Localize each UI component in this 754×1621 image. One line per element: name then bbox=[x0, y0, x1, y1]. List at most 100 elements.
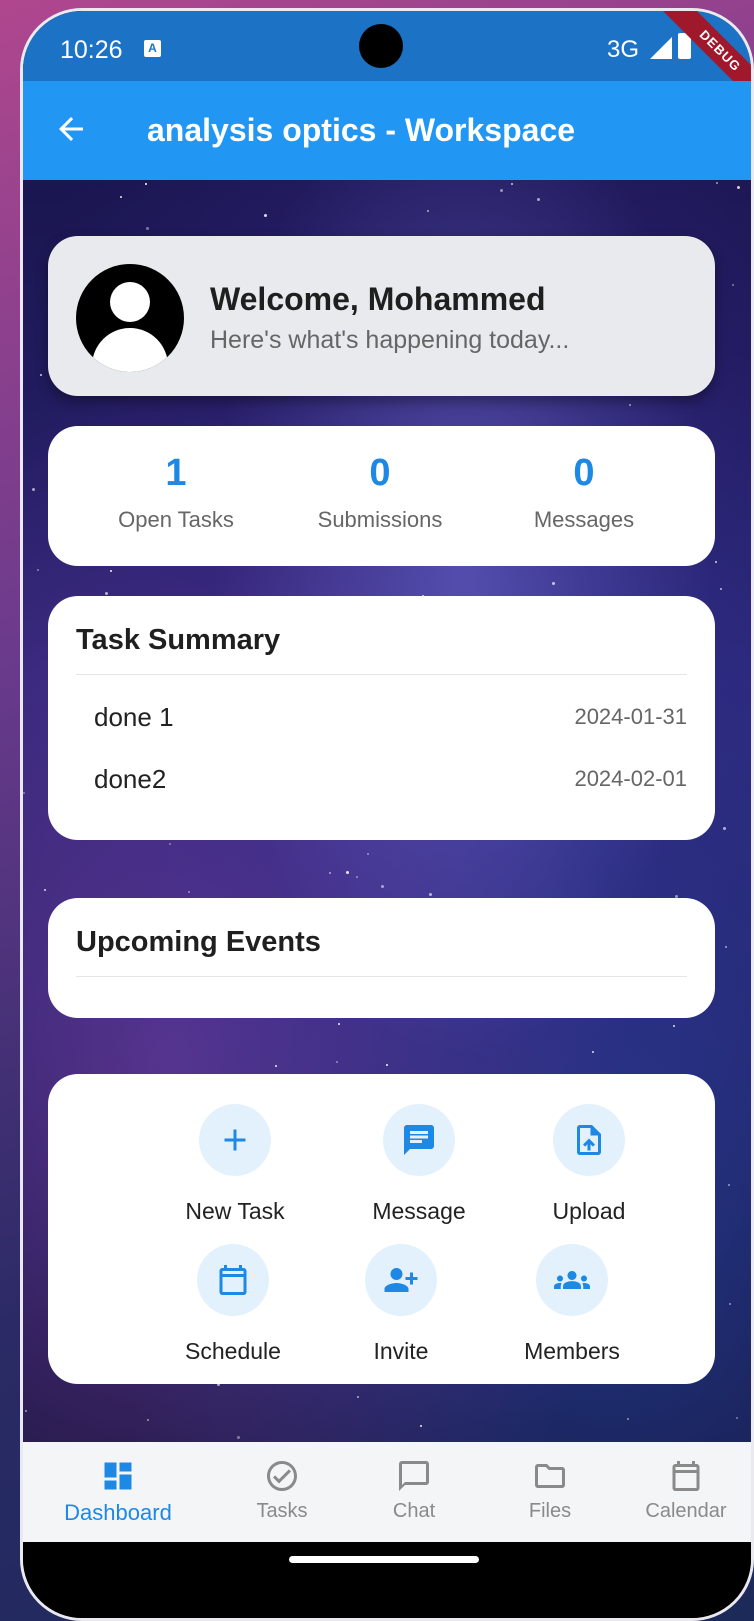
action-icon-circle bbox=[553, 1104, 625, 1176]
folder-icon bbox=[535, 1464, 565, 1488]
avatar[interactable] bbox=[76, 264, 184, 372]
star-dot bbox=[357, 1396, 359, 1398]
star-dot bbox=[420, 1425, 422, 1427]
star-dot bbox=[338, 1023, 340, 1025]
invite-button[interactable]: Invite bbox=[326, 1244, 476, 1365]
person-add-icon bbox=[384, 1268, 418, 1292]
action-icon-circle bbox=[197, 1244, 269, 1316]
task-summary-card: Task Summary done 1 2024-01-31 done2 202… bbox=[48, 596, 715, 840]
stat-submissions[interactable]: 0 Submissions bbox=[280, 452, 480, 533]
message-button[interactable]: Message bbox=[344, 1104, 494, 1225]
star-dot bbox=[169, 843, 171, 845]
star-dot bbox=[40, 374, 42, 376]
nav-calendar[interactable]: Calendar bbox=[621, 1458, 751, 1523]
star-dot bbox=[728, 1184, 730, 1186]
camera-cutout bbox=[359, 24, 403, 68]
action-label: New Task bbox=[185, 1198, 285, 1224]
star-dot bbox=[732, 284, 734, 286]
upload-file-icon bbox=[577, 1125, 601, 1155]
action-icon-circle bbox=[383, 1104, 455, 1176]
network-type: 3G bbox=[607, 36, 640, 63]
star-dot bbox=[715, 561, 717, 563]
nav-files[interactable]: Files bbox=[485, 1458, 615, 1523]
star-dot bbox=[356, 876, 358, 878]
star-dot bbox=[720, 588, 722, 590]
screen: 10:26 A 3G DEBUG analysis optics - Works… bbox=[23, 11, 751, 1618]
upcoming-events-title: Upcoming Events bbox=[76, 926, 321, 958]
star-dot bbox=[552, 582, 555, 585]
star-dot bbox=[729, 1303, 731, 1305]
star-dot bbox=[275, 1065, 277, 1067]
star-dot bbox=[627, 1418, 629, 1420]
dashboard-icon bbox=[104, 1462, 132, 1490]
divider bbox=[76, 976, 687, 977]
task-row[interactable]: done 1 2024-01-31 bbox=[94, 702, 687, 742]
star-dot bbox=[716, 182, 718, 184]
action-label: Upload bbox=[552, 1198, 626, 1224]
stat-label: Messages bbox=[533, 507, 635, 532]
upcoming-events-card: Upcoming Events bbox=[48, 898, 715, 1018]
stat-label: Submissions bbox=[317, 507, 443, 532]
bottom-navigation: Dashboard Tasks Chat Files Calendar bbox=[23, 1442, 751, 1542]
arrow-back-icon[interactable] bbox=[53, 111, 89, 147]
nav-label: Files bbox=[528, 1500, 572, 1522]
schedule-button[interactable]: Schedule bbox=[158, 1244, 308, 1365]
star-dot bbox=[329, 872, 331, 874]
task-row[interactable]: done2 2024-02-01 bbox=[94, 764, 687, 804]
welcome-subtitle: Here's what's happening today... bbox=[210, 326, 570, 354]
group-icon bbox=[554, 1271, 590, 1289]
star-dot bbox=[237, 1436, 240, 1439]
star-dot bbox=[120, 196, 122, 198]
action-label: Members bbox=[524, 1338, 620, 1364]
nav-label: Tasks bbox=[256, 1500, 308, 1522]
star-dot bbox=[629, 404, 631, 406]
phone-frame: 10:26 A 3G DEBUG analysis optics - Works… bbox=[20, 8, 754, 1621]
nav-tasks[interactable]: Tasks bbox=[217, 1458, 347, 1523]
members-button[interactable]: Members bbox=[497, 1244, 647, 1365]
nav-label: Chat bbox=[392, 1500, 436, 1522]
stats-card: 1 Open Tasks 0 Submissions 0 Messages bbox=[48, 426, 715, 566]
calendar-icon bbox=[219, 1265, 247, 1295]
star-dot bbox=[381, 885, 384, 888]
action-label: Invite bbox=[373, 1338, 429, 1364]
star-dot bbox=[105, 592, 108, 595]
upload-button[interactable]: Upload bbox=[514, 1104, 664, 1225]
stat-open-tasks[interactable]: 1 Open Tasks bbox=[76, 452, 276, 533]
action-label: Schedule bbox=[185, 1338, 281, 1364]
stat-value: 1 bbox=[165, 452, 187, 494]
star-dot bbox=[725, 946, 727, 948]
message-icon bbox=[404, 1125, 434, 1155]
new-task-button[interactable]: New Task bbox=[160, 1104, 310, 1225]
nav-chat[interactable]: Chat bbox=[349, 1458, 479, 1523]
nav-dashboard[interactable]: Dashboard bbox=[53, 1458, 183, 1526]
gesture-area bbox=[23, 1542, 751, 1618]
app-bar: analysis optics - Workspace bbox=[23, 81, 751, 180]
star-dot bbox=[429, 893, 432, 896]
star-dot bbox=[500, 189, 503, 192]
star-dot bbox=[44, 889, 46, 891]
star-dot bbox=[110, 570, 112, 572]
divider bbox=[76, 674, 687, 675]
stat-messages[interactable]: 0 Messages bbox=[484, 452, 684, 533]
action-icon-circle bbox=[199, 1104, 271, 1176]
star-dot bbox=[511, 183, 513, 185]
home-indicator[interactable] bbox=[289, 1556, 479, 1563]
star-dot bbox=[264, 214, 267, 217]
stat-value: 0 bbox=[573, 452, 595, 494]
welcome-card: Welcome, Mohammed Here's what's happenin… bbox=[48, 236, 715, 396]
status-bar: 10:26 A 3G DEBUG bbox=[23, 11, 751, 120]
task-date: 2024-02-01 bbox=[574, 766, 687, 791]
star-dot bbox=[146, 227, 149, 230]
quick-actions-card: New Task Message Upload Schedule Invite … bbox=[48, 1074, 715, 1384]
task-name: done 1 bbox=[94, 702, 174, 732]
star-dot bbox=[336, 1061, 338, 1063]
avatar-head-shape bbox=[110, 282, 150, 322]
avatar-body-shape bbox=[92, 328, 168, 372]
page-title: analysis optics - Workspace bbox=[147, 112, 576, 148]
star-dot bbox=[737, 186, 740, 189]
dashboard-content: Welcome, Mohammed Here's what's happenin… bbox=[23, 180, 751, 1442]
chat-bubble-icon bbox=[399, 1461, 429, 1491]
star-dot bbox=[346, 871, 349, 874]
star-dot bbox=[188, 891, 190, 893]
star-dot bbox=[537, 198, 540, 201]
